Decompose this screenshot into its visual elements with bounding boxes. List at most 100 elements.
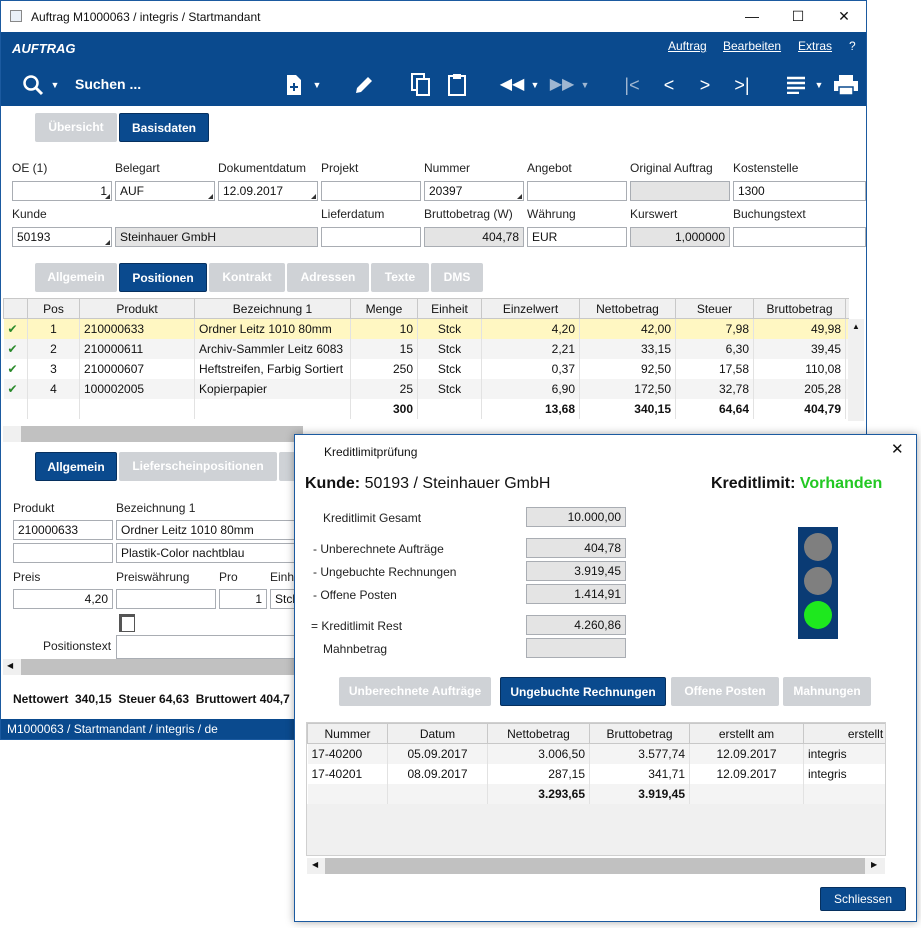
tab-allgemein[interactable]: Allgemein	[35, 263, 117, 292]
dialog-close-icon[interactable]: ✕	[891, 440, 904, 458]
cell: 2,21	[481, 338, 580, 359]
scroll-thumb[interactable]	[21, 426, 303, 442]
preis-field[interactable]: 4,20	[13, 589, 113, 609]
minimize-button[interactable]: —	[729, 1, 775, 32]
tab-basisdaten[interactable]: Basisdaten	[119, 113, 209, 142]
col-nettobetrag[interactable]: Nettobetrag	[487, 723, 590, 744]
scroll-left-icon[interactable]: ◀	[7, 661, 13, 670]
last-record-icon[interactable]: >|	[729, 64, 755, 106]
col-bezeichnung[interactable]: Bezeichnung 1	[194, 298, 351, 319]
positionstext-field[interactable]	[116, 635, 296, 659]
paste-icon[interactable]	[443, 64, 471, 106]
menu-extras[interactable]: Extras	[798, 39, 832, 53]
col-steuer[interactable]: Steuer	[675, 298, 754, 319]
bezeichnung-field[interactable]: Ordner Leitz 1010 80mm	[116, 520, 296, 540]
table-row[interactable]: ✔ 2 210000611 Archiv-Sammler Leitz 6083 …	[3, 338, 849, 359]
produkt-field[interactable]: 210000633	[13, 520, 113, 540]
kostenstelle-field[interactable]: 1300	[733, 181, 866, 201]
tab-lieferscheinpositionen[interactable]: Lieferscheinpositionen	[119, 452, 277, 481]
new-dropdown-icon[interactable]: ▼	[311, 64, 323, 106]
col-nummer[interactable]: Nummer	[307, 723, 388, 744]
invoice-hscroll[interactable]: ◀ ▶	[307, 858, 885, 874]
tab-uebersicht[interactable]: Übersicht	[35, 113, 117, 142]
forward-dropdown-icon[interactable]: ▼	[579, 64, 591, 106]
positions-vscroll[interactable]: ▲	[848, 319, 864, 421]
angebot-field[interactable]	[527, 181, 627, 201]
tab-unberechnete-auftraege[interactable]: Unberechnete Aufträge	[339, 677, 491, 706]
cell: 341,71	[589, 763, 690, 784]
edit-pencil-icon[interactable]	[350, 64, 378, 106]
copy-icon[interactable]	[407, 64, 435, 106]
col-erstellt-am[interactable]: erstellt am	[689, 723, 804, 744]
oe-field[interactable]: 1	[12, 181, 112, 201]
checkbox[interactable]	[119, 614, 135, 632]
bezeichnung-2-field[interactable]: Plastik-Color nachtblau	[116, 543, 296, 563]
dokumentdatum-field[interactable]: 12.09.2017	[218, 181, 318, 201]
col-produkt[interactable]: Produkt	[79, 298, 195, 319]
tab-allgemein-lower[interactable]: Allgemein	[35, 452, 117, 481]
col-erstellt[interactable]: erstellt	[803, 723, 885, 744]
rewind-dropdown-icon[interactable]: ▼	[529, 64, 541, 106]
forward-icon[interactable]: ▶▶	[549, 64, 575, 106]
table-row[interactable]: ✔ 3 210000607 Heftstreifen, Farbig Sorti…	[3, 358, 849, 379]
col-pos[interactable]: Pos	[27, 298, 80, 319]
search-icon[interactable]	[19, 64, 47, 106]
maximize-button[interactable]: ☐	[775, 1, 821, 32]
col-einzelwert[interactable]: Einzelwert	[481, 298, 580, 319]
table-row[interactable]: 17-40200 05.09.2017 3.006,50 3.577,74 12…	[307, 743, 885, 764]
menu-help[interactable]: ?	[849, 39, 856, 53]
next-record-icon[interactable]: >	[693, 64, 717, 106]
scroll-thumb[interactable]	[325, 858, 865, 874]
preiswaehrung-field[interactable]	[116, 589, 216, 609]
new-document-icon[interactable]	[281, 64, 307, 106]
tab-adressen[interactable]: Adressen	[287, 263, 369, 292]
lieferdatum-field[interactable]	[321, 227, 421, 247]
toolbar: ▼ Suchen ... ▼ ◀◀ ▼ ▶▶ ▼ |< < > >| ▼	[1, 64, 866, 106]
tab-kontrakt[interactable]: Kontrakt	[209, 263, 285, 292]
menu-bearbeiten[interactable]: Bearbeiten	[723, 39, 781, 53]
rewind-icon[interactable]: ◀◀	[499, 64, 525, 106]
tab-positionen[interactable]: Positionen	[119, 263, 207, 292]
list-dropdown-icon[interactable]: ▼	[813, 64, 825, 106]
schliessen-button[interactable]: Schliessen	[820, 887, 906, 911]
einheit-field[interactable]: Stck	[270, 589, 296, 609]
tab-mahnungen[interactable]: Mahnungen	[783, 677, 871, 706]
col-nettobetrag[interactable]: Nettobetrag	[579, 298, 676, 319]
col-einheit[interactable]: Einheit	[417, 298, 482, 319]
col-bruttobetrag[interactable]: Bruttobetrag	[589, 723, 690, 744]
table-row[interactable]: 17-40201 08.09.2017 287,15 341,71 12.09.…	[307, 763, 885, 784]
nummer-field[interactable]: 20397	[424, 181, 524, 201]
close-button[interactable]: ✕	[821, 1, 866, 32]
col-menge[interactable]: Menge	[350, 298, 418, 319]
waehrung-field[interactable]: EUR	[527, 227, 627, 247]
search-label[interactable]: Suchen ...	[75, 76, 141, 92]
cell: 05.09.2017	[387, 743, 488, 764]
buchungstext-field[interactable]	[733, 227, 866, 247]
previous-record-icon[interactable]: <	[657, 64, 681, 106]
kunde-field[interactable]: 50193	[12, 227, 112, 247]
col-datum[interactable]: Datum	[387, 723, 488, 744]
first-record-icon[interactable]: |<	[619, 64, 645, 106]
scroll-left-icon[interactable]: ◀	[312, 860, 318, 869]
produkt-field-2[interactable]	[13, 543, 113, 563]
search-dropdown-icon[interactable]: ▼	[49, 64, 61, 106]
detail-hscroll[interactable]: ◀	[3, 659, 295, 675]
menu-auftrag[interactable]: Auftrag	[668, 39, 707, 53]
scroll-thumb[interactable]	[21, 659, 295, 675]
positions-hscroll[interactable]	[3, 426, 303, 442]
tab-ungebuchte-rechnungen[interactable]: Ungebuchte Rechnungen	[500, 677, 666, 706]
table-row[interactable]: ✔ 4 100002005 Kopierpapier 25 Stck 6,90 …	[3, 378, 849, 399]
col-bruttobetrag[interactable]: Bruttobetrag	[753, 298, 846, 319]
tab-offene-posten[interactable]: Offene Posten	[671, 677, 779, 706]
scroll-right-icon[interactable]: ▶	[871, 860, 877, 869]
table-row[interactable]: ✔ 1 210000633 Ordner Leitz 1010 80mm 10 …	[3, 318, 849, 339]
kl-rest-label: = Kreditlimit Rest	[311, 619, 403, 633]
list-icon[interactable]	[783, 64, 809, 106]
tab-dms[interactable]: DMS	[431, 263, 483, 292]
belegart-field[interactable]: AUF	[115, 181, 215, 201]
app-brand: AUFTRAG	[12, 41, 76, 56]
print-icon[interactable]	[831, 64, 861, 106]
tab-texte[interactable]: Texte	[371, 263, 429, 292]
pro-field[interactable]: 1	[219, 589, 267, 609]
projekt-field[interactable]	[321, 181, 421, 201]
